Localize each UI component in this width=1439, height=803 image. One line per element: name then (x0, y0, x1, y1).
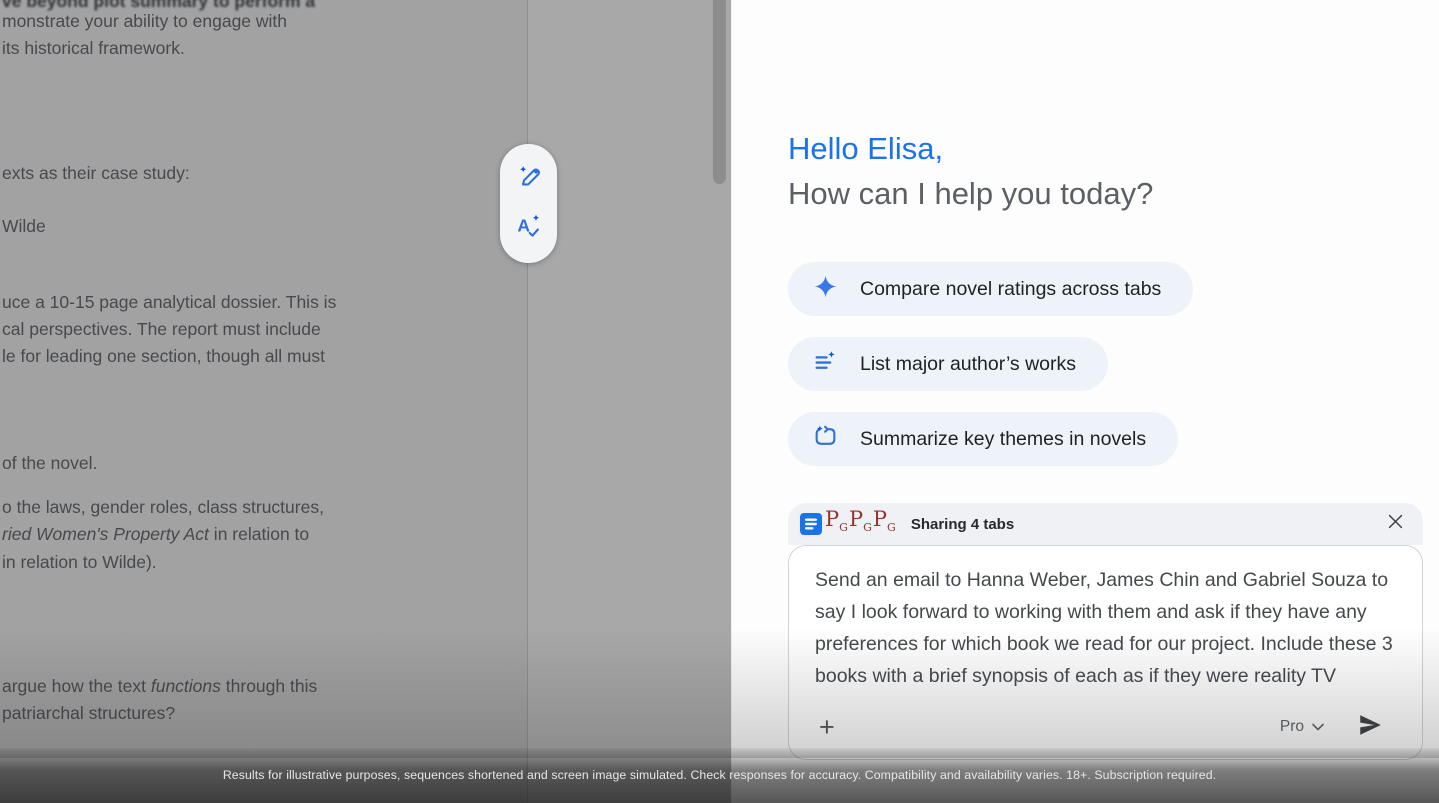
model-picker-label: Pro (1280, 718, 1304, 736)
sharing-tabs-label: Sharing 4 tabs (911, 516, 1381, 533)
greeting: Hello Elisa, How can I help you today? (788, 126, 1153, 216)
writing-tools-toolbar: A (500, 144, 557, 263)
doc-line-italic: functions (151, 676, 221, 696)
doc-line-rest: in relation to (209, 524, 309, 544)
doc-line: of the novel. (2, 453, 97, 474)
close-sharing-button[interactable] (1381, 510, 1409, 538)
doc-line-italic: ried Women's Property Act (2, 524, 209, 544)
list-sparkle-icon (813, 349, 838, 379)
send-button[interactable] (1344, 704, 1396, 750)
chip-summarize-themes[interactable]: Summarize key themes in novels (788, 412, 1178, 466)
svg-text:A: A (517, 215, 530, 235)
shared-tab-favicons: PG PG PG (800, 509, 896, 538)
doc-line: le for leading one section, though all m… (2, 346, 325, 367)
doc-line: argue how the text functions through thi… (2, 676, 317, 697)
suggestion-chips: Compare novel ratings across tabs List m… (788, 262, 1193, 466)
greeting-name: Hello Elisa, (788, 126, 1153, 171)
disclaimer-text: Results for illustrative purposes, seque… (0, 768, 1439, 782)
chip-compare-ratings[interactable]: Compare novel ratings across tabs (788, 262, 1193, 316)
send-arrow-icon (1357, 712, 1383, 743)
prompt-input[interactable]: Send an email to Hanna Weber, James Chin… (815, 564, 1396, 705)
document-page-edge (527, 0, 528, 803)
chip-label: Compare novel ratings across tabs (860, 278, 1161, 301)
gutenberg-favicon: PG (873, 509, 896, 538)
composer: PG PG PG Sharing 4 tabs Send an email to… (788, 503, 1423, 760)
doc-line: exts as their case study: (2, 163, 190, 184)
doc-line: o the laws, gender roles, class structur… (2, 497, 324, 518)
doc-line-post: through this (221, 676, 317, 696)
refresh-square-sparkle-icon (813, 424, 838, 454)
chip-label: List major author’s works (860, 353, 1076, 376)
gemini-side-panel: Hello Elisa, How can I help you today? C… (731, 0, 1439, 803)
pencil-sparkle-icon (515, 162, 543, 195)
add-attachment-button[interactable]: + (815, 714, 839, 740)
proofread-a-check-icon: A (515, 212, 543, 245)
doc-line: monstrate your ability to engage with (2, 11, 287, 32)
chevron-down-icon (1312, 718, 1324, 736)
help-me-write-button[interactable] (514, 164, 544, 194)
gemini-spark-icon (813, 274, 838, 304)
sharing-tabs-bar: PG PG PG Sharing 4 tabs (788, 503, 1423, 545)
gutenberg-favicon: PG (849, 509, 872, 538)
proofread-button[interactable]: A (514, 213, 544, 243)
doc-line: Wilde (2, 216, 46, 237)
doc-line: patriarchal structures? (2, 703, 175, 724)
model-picker-dropdown[interactable]: Pro (1280, 718, 1324, 736)
gutenberg-favicon: PG (825, 509, 848, 538)
doc-line: its historical framework. (2, 38, 185, 59)
doc-line: uce a 10-15 page analytical dossier. Thi… (2, 292, 336, 313)
google-docs-icon (800, 513, 822, 535)
greeting-question: How can I help you today? (788, 171, 1153, 216)
screen: ve beyond plot summary to perform a mons… (0, 0, 1439, 803)
document-scrollbar-thumb[interactable] (713, 0, 726, 184)
prompt-input-card: Send an email to Hanna Weber, James Chin… (788, 545, 1423, 760)
doc-line: cal perspectives. The report must includ… (2, 319, 321, 340)
doc-line-pre: argue how the text (2, 676, 151, 696)
x-icon (1388, 514, 1403, 534)
composer-actions-row: + Pro (815, 705, 1396, 749)
chip-label: Summarize key themes in novels (860, 428, 1146, 451)
dimmed-document-background: ve beyond plot summary to perform a mons… (0, 0, 731, 803)
doc-line: ried Women's Property Act in relation to (2, 524, 309, 545)
chip-list-works[interactable]: List major author’s works (788, 337, 1108, 391)
doc-line: in relation to Wilde). (2, 552, 157, 573)
